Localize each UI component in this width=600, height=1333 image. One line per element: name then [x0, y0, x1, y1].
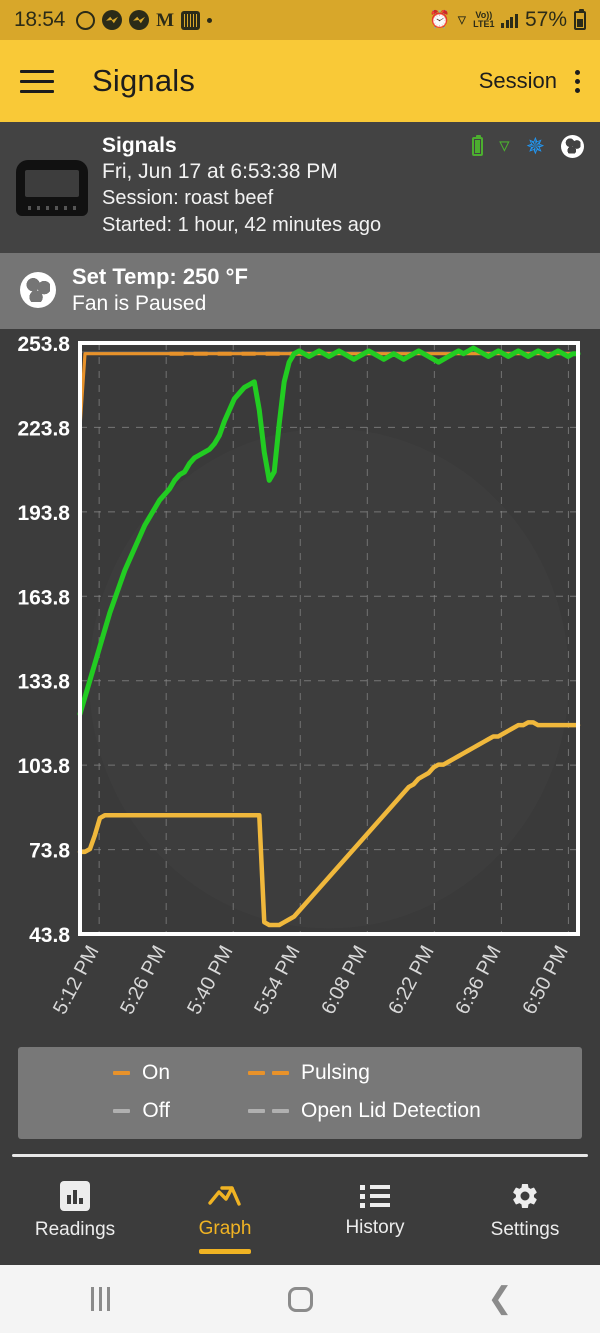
history-icon: [360, 1183, 390, 1209]
status-bar-right: ⏰ ▿ Vo)) LTE1 57%: [429, 8, 586, 32]
whatsapp-icon: [76, 10, 96, 30]
readings-icon: [60, 1181, 90, 1211]
svg-text:163.8: 163.8: [17, 586, 70, 609]
legend-swatch-pulsing-icon: [248, 1071, 289, 1075]
android-navigation-bar: ❮: [0, 1265, 600, 1333]
device-battery-icon: [472, 134, 484, 156]
svg-text:103.8: 103.8: [17, 755, 70, 778]
temperature-chart[interactable]: 253.8 223.8 193.8 163.8 133.8 103.8 73.8 43.8 5:…: [0, 329, 600, 1039]
svg-text:73.8: 73.8: [29, 840, 70, 863]
bottom-nav: Readings Graph History Settings: [0, 1157, 600, 1265]
device-datetime: Fri, Jun 17 at 6:53:38 PM: [102, 160, 338, 183]
device-icon: [16, 160, 88, 216]
legend-item-pulsing[interactable]: Pulsing: [248, 1061, 582, 1085]
legend-swatch-on-icon: [112, 1071, 130, 1075]
nav-label-settings: Settings: [490, 1219, 560, 1240]
home-icon: [287, 1286, 313, 1312]
svg-text:5:40 PM: 5:40 PM: [183, 942, 237, 1018]
bottom-nav-wrapper: Readings Graph History Settings: [0, 1154, 600, 1265]
volte-icon: Vo)) LTE1: [473, 11, 494, 29]
nav-label-readings: Readings: [34, 1219, 116, 1240]
app-bar: Signals Session: [0, 40, 600, 122]
legend-label-open-lid: Open Lid Detection: [301, 1099, 481, 1122]
legend-row: Off Open Lid Detection: [18, 1099, 582, 1123]
svg-text:5:12 PM: 5:12 PM: [49, 942, 103, 1018]
fan-status: Fan is Paused: [72, 292, 207, 315]
legend-swatch-open-lid-icon: [248, 1109, 289, 1113]
battery-icon: [574, 8, 586, 30]
fan-icon: [561, 134, 584, 158]
page-title: Signals: [92, 63, 196, 98]
wifi-icon: ▿: [457, 10, 467, 29]
notification-dot-icon: [207, 17, 212, 23]
svg-text:5:26 PM: 5:26 PM: [116, 942, 170, 1018]
messenger-icon: [102, 10, 123, 30]
legend-label-pulsing: Pulsing: [301, 1061, 370, 1084]
svg-text:6:22 PM: 6:22 PM: [384, 942, 438, 1018]
chart-legend: On Pulsing Off Open Lid Detection: [18, 1047, 582, 1139]
alarm-icon: ⏰: [429, 10, 451, 29]
legend-label-on: On: [141, 1061, 170, 1084]
android-recents-button[interactable]: [0, 1287, 200, 1311]
bluetooth-icon: ✵: [525, 133, 545, 159]
svg-text:193.8: 193.8: [17, 502, 70, 525]
device-started: Started: 1 hour, 42 minutes ago: [102, 214, 382, 236]
nav-label-graph: Graph: [198, 1218, 252, 1239]
nav-item-readings[interactable]: Readings: [0, 1181, 150, 1241]
fan-icon: [20, 272, 56, 308]
legend-row: On Pulsing: [18, 1061, 582, 1085]
device-name: Signals: [102, 134, 177, 157]
nav-label-history: History: [345, 1217, 405, 1238]
set-temp-value: Set Temp: 250 °F: [72, 264, 248, 289]
chart-svg: 253.8223.8193.8163.8133.8103.873.843.85:…: [17, 333, 581, 1018]
svg-text:133.8: 133.8: [17, 671, 70, 694]
battery-percent-label: 57%: [524, 8, 567, 31]
hamburger-menu-icon[interactable]: [20, 69, 54, 93]
device-card[interactable]: Signals ▿ ✵ Fri, Jun 17 at 6:53:38 PM Se…: [0, 122, 600, 253]
svg-text:5:54 PM: 5:54 PM: [250, 942, 304, 1018]
graph-icon: [208, 1186, 241, 1206]
device-info: Signals ▿ ✵ Fri, Jun 17 at 6:53:38 PM Se…: [102, 132, 584, 239]
ring-icon: [181, 10, 200, 30]
svg-text:43.8: 43.8: [29, 924, 70, 947]
svg-text:223.8: 223.8: [17, 417, 70, 440]
svg-text:6:08 PM: 6:08 PM: [317, 942, 371, 1018]
recents-icon: [90, 1287, 110, 1311]
status-clock: 18:54: [14, 8, 66, 31]
svg-text:6:36 PM: 6:36 PM: [451, 942, 505, 1018]
legend-swatch-off-icon: [113, 1109, 131, 1113]
svg-text:6:50 PM: 6:50 PM: [518, 942, 572, 1018]
device-status-icons: ▿ ✵: [472, 133, 584, 159]
nav-active-indicator: [199, 1249, 251, 1254]
messenger-icon: [129, 10, 150, 30]
svg-text:253.8: 253.8: [17, 333, 70, 356]
lte-label: LTE1: [473, 19, 495, 29]
legend-label-off: Off: [142, 1099, 170, 1122]
status-bar: 18:54 M ⏰ ▿ Vo)) LTE1 57%: [0, 0, 600, 40]
device-wifi-icon: ▿: [499, 134, 510, 157]
nav-item-settings[interactable]: Settings: [450, 1181, 600, 1241]
nav-item-history[interactable]: History: [300, 1183, 450, 1239]
gmail-icon: M: [156, 9, 174, 31]
session-button[interactable]: Session: [479, 68, 557, 94]
overflow-menu-icon[interactable]: [575, 69, 580, 93]
android-back-button[interactable]: ❮: [400, 1281, 600, 1316]
gear-icon: [513, 1183, 537, 1209]
set-temp-banner[interactable]: Set Temp: 250 °F Fan is Paused: [0, 253, 600, 329]
back-icon: ❮: [487, 1281, 513, 1316]
android-home-button[interactable]: [200, 1286, 400, 1312]
status-bar-left: 18:54 M: [14, 8, 212, 32]
legend-item-open-lid[interactable]: Open Lid Detection: [248, 1099, 582, 1123]
device-session: Session: roast beef: [102, 187, 274, 209]
legend-item-on[interactable]: On: [18, 1061, 248, 1085]
signal-bars-icon: [501, 13, 518, 28]
legend-item-off[interactable]: Off: [18, 1099, 248, 1123]
set-temp-text: Set Temp: 250 °F Fan is Paused: [72, 263, 248, 317]
device-header: Signals ▿ ✵: [102, 134, 584, 158]
nav-item-graph[interactable]: Graph: [150, 1182, 300, 1254]
